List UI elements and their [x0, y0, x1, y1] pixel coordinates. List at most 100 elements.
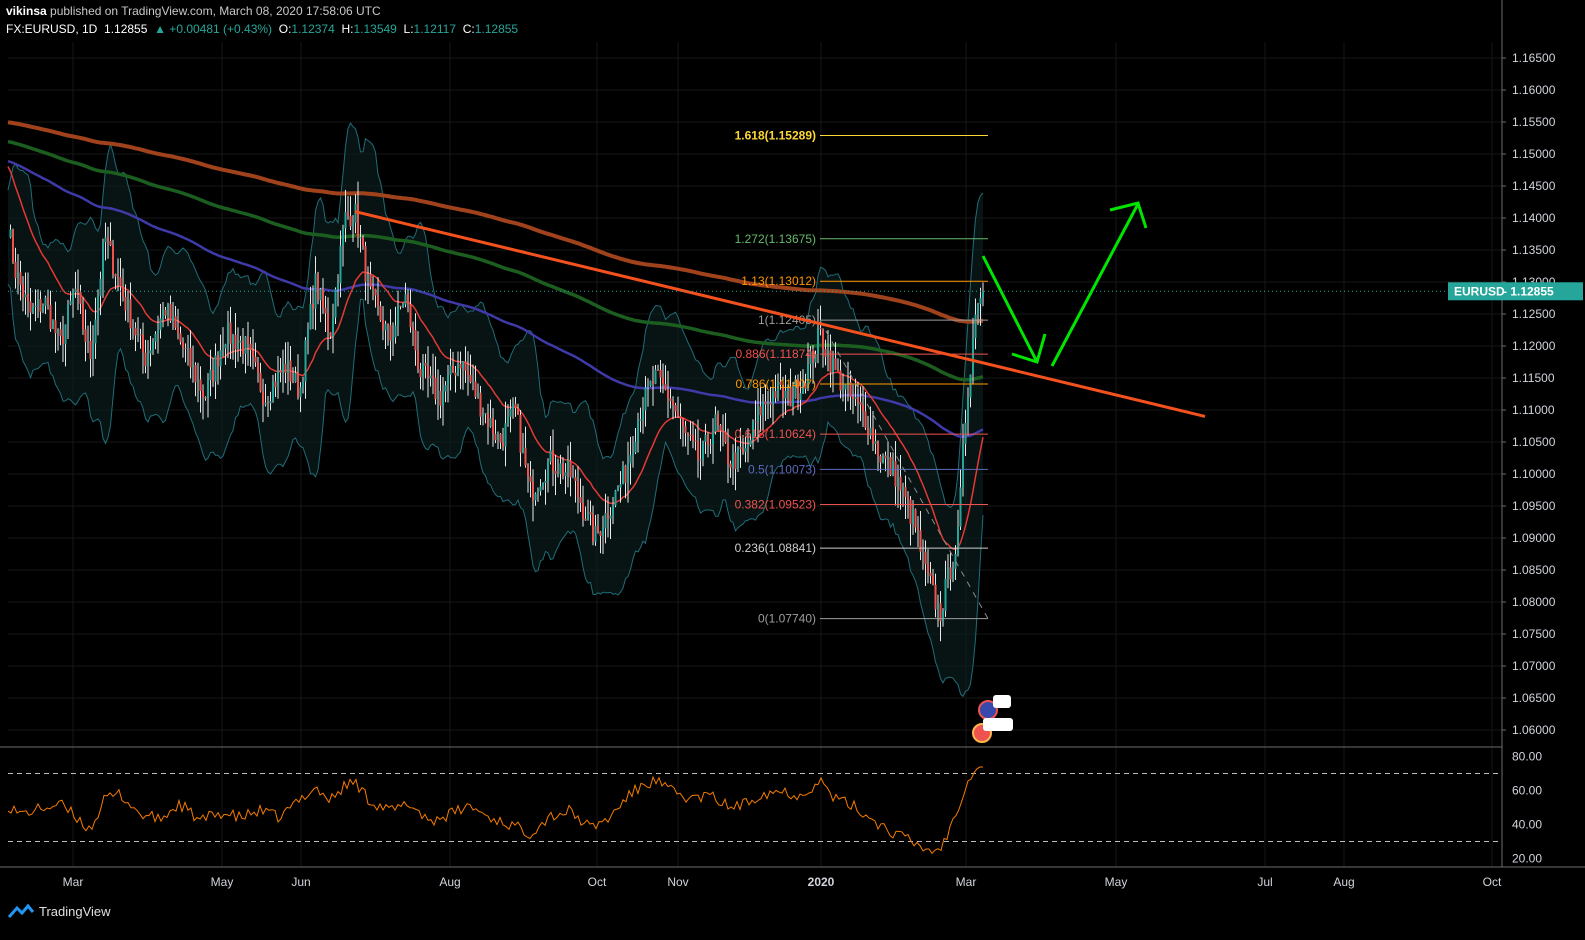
y-tick-label-0: 1.06000 [1512, 723, 1556, 737]
candle-body [259, 372, 262, 392]
candle-body [617, 487, 619, 491]
candle-body [544, 480, 547, 484]
y-tick-label-3: 1.07500 [1512, 627, 1556, 641]
candle-body [652, 380, 654, 384]
candle-body [402, 304, 404, 307]
candle-body [174, 316, 177, 328]
x-tick-label-1: May [211, 875, 234, 889]
candle-body [377, 295, 379, 306]
y-tick-label-7: 1.09500 [1512, 499, 1556, 513]
y-tick-label-17: 1.14500 [1512, 179, 1556, 193]
candle-body [122, 286, 124, 297]
fib-label-1.618: 1.618(1.15289) [735, 129, 816, 143]
candle-body [199, 379, 202, 391]
candle-body [799, 393, 802, 400]
event-count-badge [993, 695, 1011, 708]
candle-body [507, 416, 509, 424]
candle [12, 228, 14, 264]
candle-body [727, 442, 729, 464]
candle-body [524, 447, 527, 466]
candle-body [337, 283, 339, 290]
footer-brand[interactable]: TradingView [8, 903, 111, 919]
candle-body [474, 381, 477, 398]
candle-body [942, 610, 944, 622]
candle-body [177, 327, 179, 334]
candle-body [284, 363, 287, 373]
candle-body [134, 327, 137, 336]
candle-body [262, 391, 264, 405]
candle-body [769, 402, 772, 405]
candle-body [404, 294, 407, 305]
candle-body [304, 340, 307, 382]
candle-body [409, 304, 412, 328]
candle-body [747, 444, 749, 448]
candle-body [892, 461, 894, 475]
candle-body [649, 380, 652, 386]
candle-body [469, 375, 472, 383]
y-tick-label-21: 1.16500 [1512, 51, 1556, 65]
candle-body [967, 397, 969, 424]
candle-body [977, 303, 979, 315]
candle-body [374, 288, 377, 296]
candle-body [127, 299, 129, 311]
candle-body [624, 465, 627, 483]
candle-body [504, 423, 507, 447]
candle-body [49, 305, 52, 330]
candle-body [632, 452, 634, 456]
candle-body [862, 404, 864, 412]
candle-body [209, 369, 212, 381]
candle-body [872, 427, 874, 444]
candle-body [272, 381, 274, 402]
candle-body [387, 323, 389, 326]
candle-body [349, 216, 352, 227]
candle-body [477, 392, 479, 398]
footer-brand-label: TradingView [39, 903, 111, 919]
candle-body [64, 324, 67, 345]
candle-body [67, 304, 69, 325]
candle-body [97, 295, 99, 320]
candle-body [864, 411, 867, 428]
candle-body [877, 441, 879, 457]
candle-body [312, 303, 314, 309]
candle-body [844, 384, 847, 390]
forecast-arrows [981, 201, 1148, 367]
candle-body [764, 401, 767, 405]
candle-body [424, 363, 427, 366]
candle-body [204, 397, 207, 399]
x-tick-label-0: Mar [63, 875, 84, 889]
candle-body [627, 463, 629, 483]
candle-body [709, 444, 712, 446]
candle-body [897, 476, 899, 487]
candle-body [594, 526, 597, 542]
candle-body [392, 337, 394, 341]
candle-body [834, 358, 837, 371]
candle-body [129, 299, 132, 329]
candle-body [224, 344, 227, 349]
candle-body [417, 350, 419, 370]
candle-body [682, 418, 684, 427]
candle-body [124, 296, 127, 311]
candle-body [692, 435, 694, 441]
candle-body [899, 476, 902, 491]
arrow-down-line [981, 255, 1038, 361]
candle-body [432, 375, 434, 378]
candle-body [754, 421, 757, 423]
x-tick-label-6: 2020 [808, 875, 835, 889]
candle-body [582, 503, 584, 519]
candle-body [642, 410, 644, 420]
price-chart[interactable]: 1.06000 1.06500 1.07000 1.07500 1.08000 1.085… [0, 0, 1585, 940]
candle-body [472, 381, 474, 383]
candle-body [197, 379, 199, 383]
fib-label-0.786: 0.786(1.11407) [735, 377, 816, 391]
candle-body [294, 373, 297, 383]
candle-body [619, 484, 622, 488]
candle-body [774, 391, 777, 398]
fib-label-0.5: 0.5(1.10073) [748, 462, 816, 476]
candle-body [629, 455, 632, 464]
candle-body [207, 380, 209, 399]
candle-body [334, 289, 337, 318]
candle-body [662, 377, 664, 385]
candle-body [527, 465, 529, 477]
candle-body [264, 402, 267, 405]
candle-body [704, 434, 707, 442]
